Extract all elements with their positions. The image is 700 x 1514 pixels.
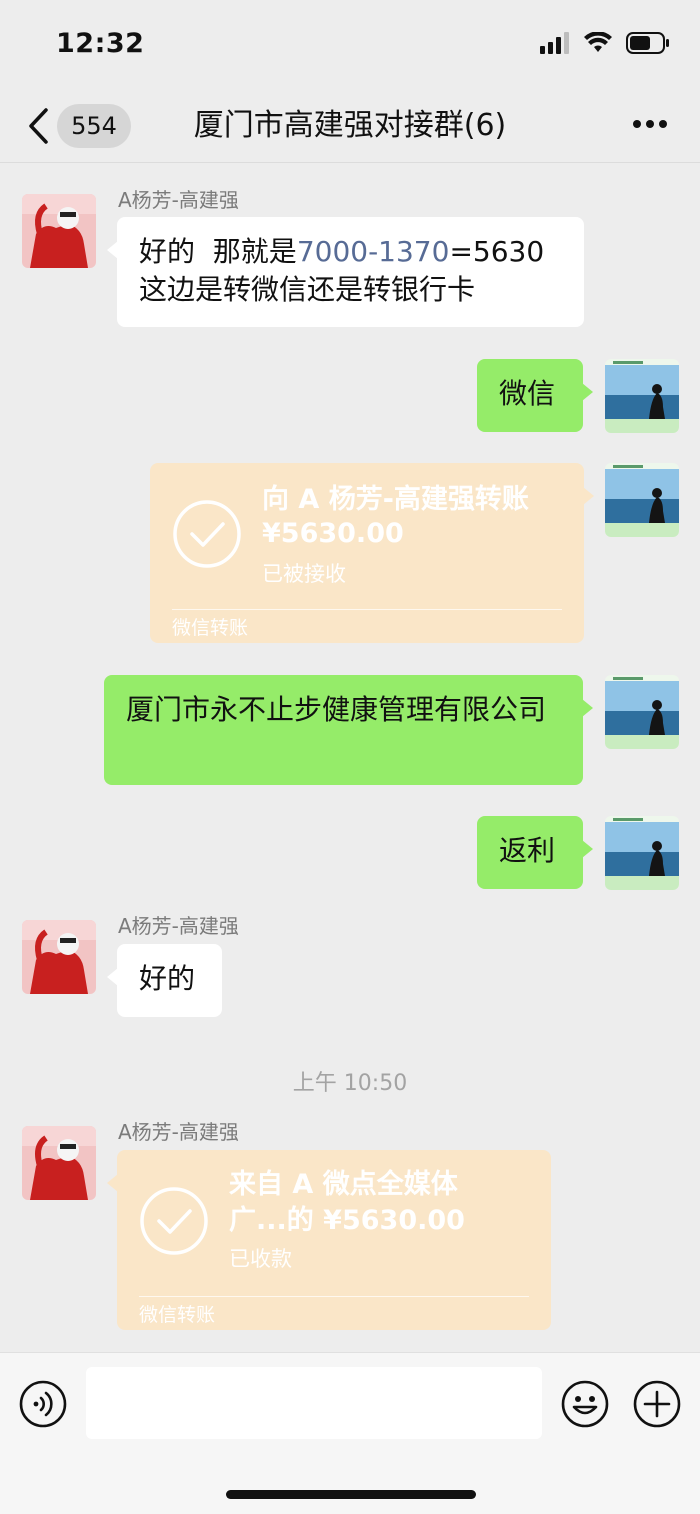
wifi-icon [584,32,612,52]
avatar-image-icon [605,359,679,433]
avatar-image-icon [605,463,679,537]
my-avatar[interactable] [605,816,679,890]
check-circle-icon [140,1187,208,1255]
transfer-card-received[interactable]: 来自 A 微点全媒体 广...的 ¥5630.00 已收款 微信转账 [107,1150,551,1330]
message-text: =5630 [449,235,545,268]
outgoing-message-bubble[interactable]: 微信 [477,359,593,432]
sender-name: A杨芳-高建强 [118,1120,239,1144]
transfer-amount: 广...的 ¥5630.00 [229,1205,465,1236]
nav-divider [0,162,700,163]
status-icons [540,32,670,54]
incoming-message-bubble[interactable]: 好的 [107,944,222,1017]
transfer-status: 已被接收 [262,562,346,586]
emoji-button[interactable] [560,1379,610,1429]
message-text: 好的 那就是 [139,235,297,268]
message-line-1: 好的 那就是7000-1370=5630 [139,233,562,271]
check-circle-icon [173,500,241,568]
sender-avatar[interactable] [22,1126,96,1200]
avatar-image-icon [22,920,96,994]
transfer-card-sent[interactable]: 向 A 杨芳-高建强转账 ¥5630.00 已被接收 微信转账 [150,463,594,643]
my-avatar[interactable] [605,359,679,433]
my-avatar[interactable] [605,463,679,537]
transfer-divider [172,609,562,610]
back-button[interactable] [26,106,52,146]
nav-bar: 554 厦门市高建强对接群(6) [0,92,700,162]
message-text: 好的 [139,962,196,995]
transfer-status: 已收款 [229,1247,292,1271]
signal-icon [540,32,569,54]
message-line-2: 这边是转微信还是转银行卡 [139,273,476,306]
outgoing-message-bubble[interactable]: 厦门市永不止步健康管理有限公司 [104,675,593,785]
battery-icon [626,32,669,54]
avatar-image-icon [22,1126,96,1200]
chat-timestamp: 上午 10:50 [292,1071,408,1096]
sender-name: A杨芳-高建强 [118,914,239,938]
more-options-button[interactable] [632,118,668,130]
sender-avatar[interactable] [22,920,96,994]
status-bar: 12:32 [0,0,700,90]
message-text: 微信 [499,377,556,410]
voice-input-button[interactable] [18,1379,68,1429]
more-functions-plus-button[interactable] [632,1379,682,1429]
status-time: 12:32 [56,28,145,59]
sender-name: A杨芳-高建强 [118,188,239,212]
avatar-image-icon [22,194,96,268]
chat-title: 厦门市高建强对接群(6) [193,108,507,143]
message-text: 返利 [499,834,556,867]
transfer-divider [139,1296,529,1297]
transfer-footer: 微信转账 [172,617,249,639]
unread-count-badge[interactable]: 554 [57,104,131,148]
transfer-title: 向 A 杨芳-高建强转账 [262,484,529,515]
incoming-message-bubble[interactable]: 好的 那就是7000-1370=5630 这边是转微信还是转银行卡 [107,217,584,327]
message-input[interactable] [86,1367,542,1439]
sender-avatar[interactable] [22,194,96,268]
avatar-image-icon [605,816,679,890]
home-indicator [226,1490,476,1499]
transfer-amount: ¥5630.00 [262,518,404,549]
outgoing-message-bubble[interactable]: 返利 [477,816,593,889]
transfer-title: 来自 A 微点全媒体 [229,1169,458,1200]
message-text: 厦门市永不止步健康管理有限公司 [126,693,547,726]
avatar-image-icon [605,675,679,749]
my-avatar[interactable] [605,675,679,749]
phone-number-link[interactable]: 7000-1370 [297,235,450,268]
transfer-footer: 微信转账 [139,1304,216,1326]
